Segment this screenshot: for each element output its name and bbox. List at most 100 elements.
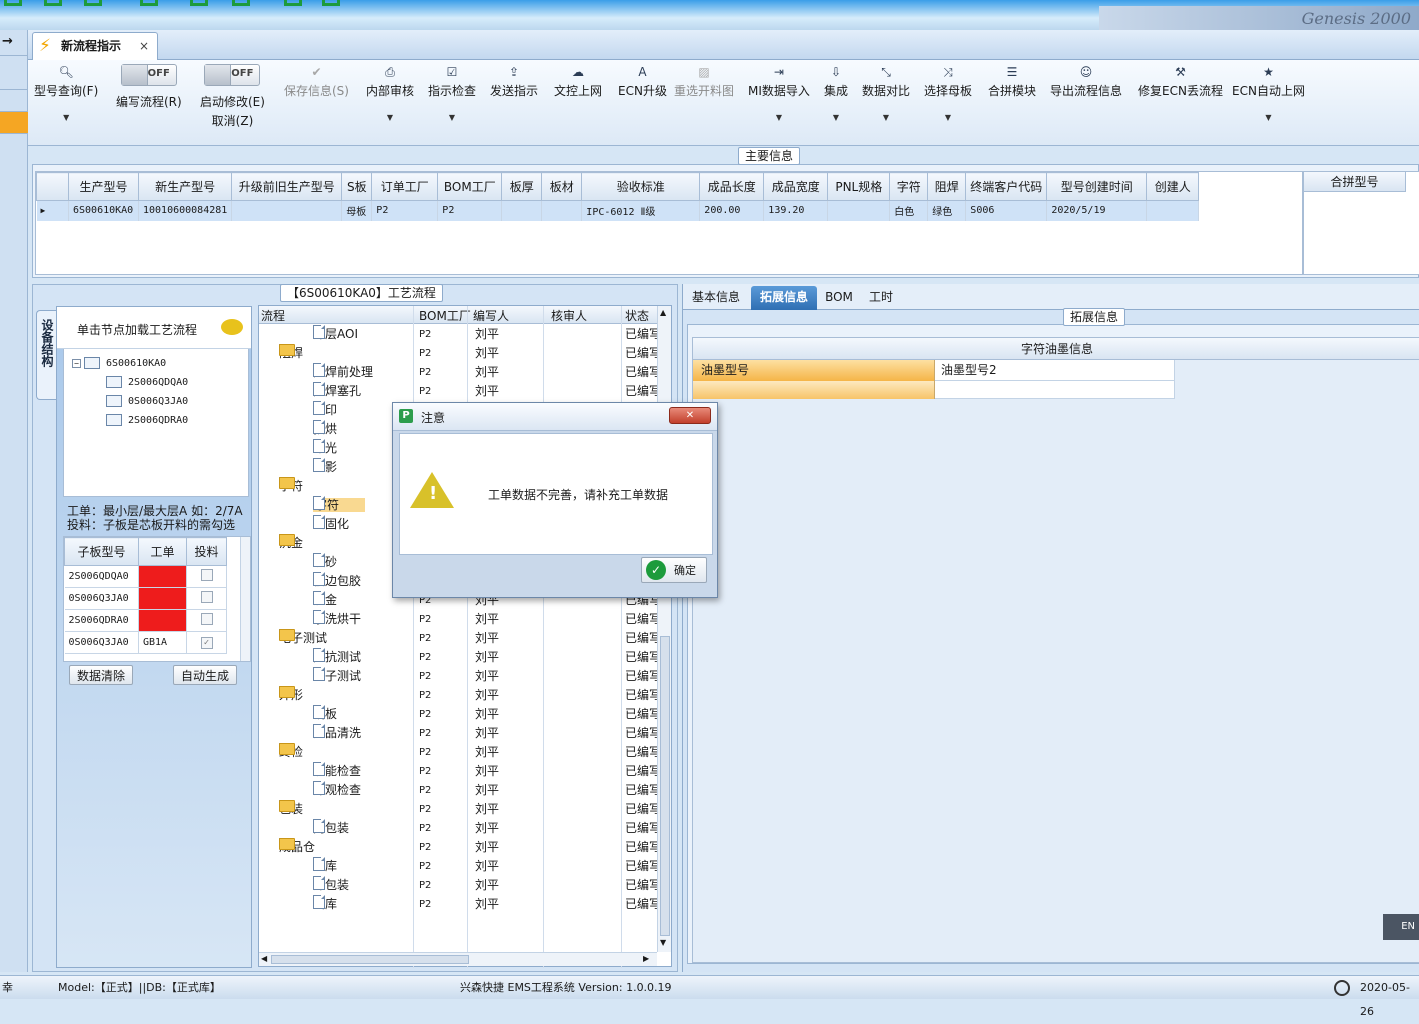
process-row[interactable]: 铣板 P2 刘平 已编写 (259, 705, 657, 724)
main-info-cell[interactable]: 2020/5/19 (1046, 200, 1148, 221)
toolbar-button-11[interactable]: ⇩ 集成 ▼ (824, 64, 848, 122)
clear-data-button[interactable]: 数据清除 (69, 665, 133, 685)
process-column-header[interactable]: BOM工厂 (419, 307, 471, 324)
toolbar-button-12[interactable]: ⤡ 数据对比 ▼ (862, 64, 910, 122)
main-info-cell[interactable]: 10010600084281 (138, 200, 233, 221)
dropdown-arrow-icon[interactable]: ▼ (924, 113, 972, 122)
process-row[interactable]: −成品仓 P2 刘平 已编写 (259, 838, 657, 857)
dropdown-arrow-icon[interactable]: ▼ (34, 113, 98, 122)
work-order-cell[interactable]: GB1A (138, 631, 187, 654)
column-header[interactable]: 型号创建时间 (1046, 172, 1148, 201)
column-header[interactable]: 板厚 (501, 172, 543, 201)
scroll-right-icon[interactable]: ▶ (643, 954, 649, 963)
toolbar-button-13[interactable]: ⤨ 选择母板 ▼ (924, 64, 972, 122)
column-header[interactable]: 验收标准 (581, 172, 701, 201)
language-indicator[interactable]: EN (1383, 914, 1419, 940)
tree-node-child[interactable]: 2S006QDQA0 (106, 376, 188, 390)
process-row[interactable]: 外包装 P2 刘平 已编写 (259, 876, 657, 895)
toolbar-button-17[interactable]: ★ ECN自动上网 ▼ (1232, 64, 1305, 122)
process-row[interactable]: −终检 P2 刘平 已编写 (259, 743, 657, 762)
toolbar-button-9[interactable]: ▨ 重选开料图 (674, 64, 734, 99)
process-row[interactable]: 电子测试 P2 刘平 已编写 (259, 667, 657, 686)
off-toggle[interactable]: OFF (204, 64, 261, 86)
ink-model2-cell[interactable] (935, 381, 1175, 399)
column-header[interactable]: 板材 (541, 172, 583, 201)
process-row[interactable]: 出库 P2 刘平 已编写 (259, 895, 657, 914)
tree-node-child[interactable]: 2S006QDRA0 (106, 414, 188, 428)
column-header[interactable]: PNL规格 (827, 172, 891, 201)
toolbar-button-5[interactable]: ☑ 指示检查 ▼ (428, 64, 476, 122)
toolbar-button-8[interactable]: A ECN升级 (618, 64, 667, 99)
sub-board-column-header[interactable]: 工单 (138, 537, 187, 566)
process-row[interactable]: 阻焊前处理 P2 刘平 已编写 (259, 363, 657, 382)
process-row[interactable]: 功能检查 P2 刘平 已编写 (259, 762, 657, 781)
main-info-cell[interactable]: P2 (371, 200, 439, 221)
main-info-cell[interactable] (541, 200, 583, 221)
dropdown-arrow-icon[interactable]: ▼ (366, 113, 414, 122)
work-order-cell[interactable] (138, 609, 187, 632)
scroll-up-icon[interactable]: ▲ (660, 308, 666, 317)
checkbox-icon[interactable] (200, 591, 213, 603)
column-header[interactable]: 升级前旧生产型号 (231, 172, 343, 201)
scroll-thumb[interactable] (660, 636, 670, 936)
process-row[interactable]: 水洗烘干 P2 刘平 已编写 (259, 610, 657, 629)
column-header[interactable]: 字符 (889, 172, 929, 201)
process-column-header[interactable]: 编写人 (473, 307, 509, 324)
sub-board-column-header[interactable]: 投料 (186, 537, 227, 566)
dialog-ok-button[interactable]: ✓ 确定 (641, 557, 707, 583)
main-info-cell[interactable]: IPC-6012 Ⅱ级 (581, 200, 701, 221)
checked-checkbox-icon[interactable]: ✓ (200, 636, 213, 649)
tab-new-process[interactable]: ⚡︎ 新流程指示 × (32, 32, 158, 60)
scroll-down-icon[interactable]: ▼ (660, 938, 666, 947)
column-header[interactable]: 订单工厂 (371, 172, 439, 201)
toolbar-button-3[interactable]: ✔ 保存信息(S) (284, 64, 349, 99)
detail-tab-3[interactable]: 工时 (861, 286, 901, 310)
toolbar-button-4[interactable]: ⎙ 内部审核 ▼ (366, 64, 414, 122)
left-strip-item[interactable] (0, 68, 28, 90)
column-header[interactable]: 终端客户代码 (965, 172, 1048, 201)
toolbar-button-1[interactable]: OFF 编写流程(R) (116, 64, 182, 110)
column-header[interactable]: 生产型号 (68, 172, 139, 201)
sub-board-row[interactable]: 0S006Q3JA0 (64, 587, 227, 610)
column-header[interactable]: 新生产型号 (137, 172, 233, 201)
scroll-left-icon[interactable]: ◀ (261, 954, 267, 963)
toolbar-button-6[interactable]: ⇪ 发送指示 (490, 64, 538, 99)
collapse-icon[interactable]: − (72, 358, 81, 368)
main-info-cell[interactable] (231, 200, 343, 221)
off-toggle[interactable]: OFF (120, 64, 177, 86)
process-row[interactable]: 外层AOI P2 刘平 已编写 (259, 325, 657, 344)
process-row[interactable]: 外观检查 P2 刘平 已编写 (259, 781, 657, 800)
process-row[interactable]: −电子测试 P2 刘平 已编写 (259, 629, 657, 648)
process-row[interactable]: 成品清洗 P2 刘平 已编写 (259, 724, 657, 743)
material-checkbox-cell[interactable]: ✓ (186, 631, 227, 654)
toolbar-button-0[interactable]: 🔍︎ 型号查询(F) ▼ (34, 64, 98, 122)
hscroll-thumb[interactable] (271, 955, 469, 964)
main-info-cell[interactable] (1146, 200, 1200, 221)
main-info-cell[interactable]: 白色 (889, 200, 929, 221)
sub-board-row[interactable]: 2S006QDRA0 (64, 609, 227, 632)
process-row[interactable]: 阻抗测试 P2 刘平 已编写 (259, 648, 657, 667)
detail-tab-2[interactable]: BOM (821, 286, 857, 310)
sub-board-column-header[interactable]: 子板型号 (64, 537, 139, 566)
main-info-cell[interactable]: 母板 (341, 200, 373, 221)
toolbar-button-14[interactable]: ☰ 合拼模块 (988, 64, 1036, 99)
column-header[interactable]: S板 (341, 172, 373, 201)
main-info-cell[interactable]: S006 (965, 200, 1048, 221)
process-hscrollbar[interactable]: ◀ ▶ (259, 952, 657, 966)
dropdown-arrow-icon[interactable]: ▼ (428, 113, 476, 122)
toolbar-button-16[interactable]: ⚒ 修复ECN丢流程 (1138, 64, 1223, 99)
main-info-cell[interactable]: 200.00 (699, 200, 765, 221)
column-header[interactable]: 创建人 (1146, 172, 1200, 201)
work-order-cell[interactable] (138, 587, 187, 610)
detail-tab-0[interactable]: 基本信息 (685, 286, 747, 310)
collapse-icon[interactable]: → (0, 34, 28, 56)
process-column-header[interactable]: 状态 (625, 307, 649, 324)
tab-close-icon[interactable]: × (139, 33, 149, 59)
toolbar-button-10[interactable]: ⇥ MI数据导入 ▼ (748, 64, 810, 122)
work-order-cell[interactable] (138, 565, 187, 588)
main-info-cell[interactable] (827, 200, 891, 221)
material-checkbox-cell[interactable] (186, 565, 227, 588)
toolbar-button-7[interactable]: ☁ 文控上网 (554, 64, 602, 99)
dropdown-arrow-icon[interactable]: ▼ (824, 113, 848, 122)
process-row[interactable]: 内包装 P2 刘平 已编写 (259, 819, 657, 838)
